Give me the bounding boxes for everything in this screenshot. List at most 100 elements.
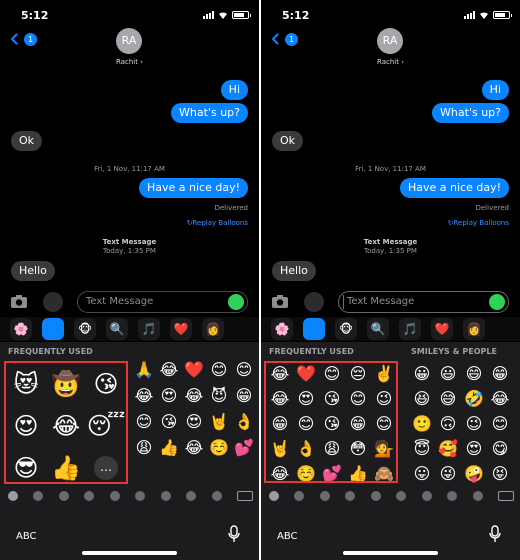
emoji-key[interactable]: 😊	[231, 356, 257, 382]
travel-category-icon[interactable]	[135, 491, 146, 501]
app-store-app-icon[interactable]	[42, 318, 64, 340]
memoji-stickers-icon[interactable]: 👩	[202, 318, 224, 340]
emoji-key[interactable]: 😍	[181, 408, 207, 434]
app-store-icon[interactable]	[43, 292, 63, 312]
emoji-key[interactable]: 😂	[181, 382, 207, 408]
emoji-key[interactable]: 😀	[409, 360, 435, 386]
emoji-key[interactable]: 😘	[156, 408, 182, 434]
digital-touch-icon[interactable]: ❤️	[170, 318, 192, 340]
music-app-icon[interactable]: 🎵	[399, 318, 421, 340]
message-bubble-outgoing[interactable]: What's up?	[171, 103, 248, 123]
photos-app-icon[interactable]: 🌸	[271, 318, 293, 340]
emoji-key[interactable]: 😂	[181, 434, 207, 460]
message-input[interactable]: Text Message	[77, 291, 248, 313]
emoji-key[interactable]: 😂	[131, 382, 157, 408]
backspace-icon[interactable]	[497, 491, 514, 501]
flags-category-icon[interactable]	[472, 491, 483, 501]
emoji-key[interactable]: 😁	[231, 382, 257, 408]
message-bubble-incoming[interactable]: Ok	[11, 131, 43, 151]
recent-category-icon[interactable]	[8, 491, 18, 501]
emoji-key[interactable]: 🙏	[131, 356, 157, 382]
emoji-key[interactable]: 😁	[487, 360, 513, 386]
emoji-key[interactable]: 🙃	[435, 410, 461, 436]
message-bubble-incoming[interactable]: Hello	[272, 261, 316, 281]
message-bubble-incoming[interactable]: Ok	[272, 131, 304, 151]
objects-category-icon[interactable]	[160, 491, 171, 501]
activity-category-icon[interactable]	[109, 491, 120, 501]
message-bubble-incoming[interactable]: Hello	[11, 261, 55, 281]
emoji-key[interactable]: 😊	[487, 410, 513, 436]
emoji-key[interactable]: 😍	[461, 435, 487, 461]
music-app-icon[interactable]: 🎵	[138, 318, 160, 340]
emoji-key[interactable]: 😅	[435, 385, 461, 411]
images-search-icon[interactable]: 🔍	[106, 318, 128, 340]
emoji-key[interactable]: 🤪	[461, 460, 487, 486]
contact-avatar[interactable]: RA	[377, 28, 403, 54]
app-store-icon[interactable]	[304, 292, 324, 312]
emoji-key[interactable]: 😩	[131, 434, 157, 460]
activity-category-icon[interactable]	[370, 491, 381, 501]
emoji-key[interactable]: 😍	[156, 382, 182, 408]
emoji-key[interactable]: 😈	[206, 382, 232, 408]
emoji-key[interactable]: 💕	[231, 434, 257, 460]
contact-avatar[interactable]: RA	[116, 28, 142, 54]
camera-icon[interactable]	[271, 293, 289, 309]
symbols-category-icon[interactable]	[186, 491, 197, 501]
smileys-category-icon[interactable]	[294, 491, 305, 501]
digital-touch-icon[interactable]: ❤️	[431, 318, 453, 340]
emoji-key[interactable]: 😊	[131, 408, 157, 434]
food-category-icon[interactable]	[345, 491, 356, 501]
abc-keyboard-button[interactable]: ABC	[16, 531, 37, 542]
emoji-key[interactable]: 🙂	[409, 410, 435, 436]
animals-category-icon[interactable]	[58, 491, 69, 501]
emoji-key[interactable]: 😝	[487, 460, 513, 486]
emoji-key[interactable]: 👌	[231, 408, 257, 434]
emoji-key[interactable]: 😂	[487, 385, 513, 411]
send-button[interactable]	[489, 294, 505, 310]
emoji-key[interactable]: 🤘	[206, 408, 232, 434]
emoji-key[interactable]: 😊	[206, 356, 232, 382]
backspace-icon[interactable]	[236, 491, 253, 501]
emoji-key[interactable]: 😃	[435, 360, 461, 386]
emoji-key[interactable]: 😛	[409, 460, 435, 486]
message-bubble-outgoing[interactable]: Have a nice day!	[399, 178, 509, 198]
contact-name[interactable]: Rachit ›	[0, 58, 259, 66]
food-category-icon[interactable]	[84, 491, 95, 501]
message-bubble-outgoing[interactable]: What's up?	[432, 103, 509, 123]
animals-category-icon[interactable]	[319, 491, 330, 501]
send-button[interactable]	[228, 294, 244, 310]
animoji-app-icon[interactable]: 🐵	[335, 318, 357, 340]
message-bubble-outgoing[interactable]: Have a nice day!	[138, 178, 248, 198]
message-bubble-outgoing[interactable]: Hi	[220, 80, 248, 100]
memoji-stickers-icon[interactable]: 👩	[463, 318, 485, 340]
emoji-key[interactable]: 😆	[409, 385, 435, 411]
emoji-key[interactable]: 🤣	[461, 385, 487, 411]
emoji-key[interactable]: ❤️	[181, 356, 207, 382]
emoji-key[interactable]: ☺️	[206, 434, 232, 460]
emoji-key[interactable]: 🥰	[435, 435, 461, 461]
emoji-key[interactable]: 😂	[156, 356, 182, 382]
emoji-key[interactable]: 😇	[409, 435, 435, 461]
message-bubble-outgoing[interactable]: Hi	[481, 80, 509, 100]
back-button[interactable]: 1	[269, 32, 298, 46]
images-search-icon[interactable]: 🔍	[367, 318, 389, 340]
message-input[interactable]: Text Message	[338, 291, 509, 313]
photos-app-icon[interactable]: 🌸	[10, 318, 32, 340]
flags-category-icon[interactable]	[211, 491, 222, 501]
symbols-category-icon[interactable]	[447, 491, 458, 501]
emoji-key[interactable]: 😋	[487, 435, 513, 461]
replay-balloons-link[interactable]: ↻Replay Balloons	[187, 219, 248, 227]
abc-keyboard-button[interactable]: ABC	[277, 531, 298, 542]
contact-name[interactable]: Rachit ›	[261, 58, 520, 66]
microphone-icon[interactable]	[227, 525, 241, 543]
emoji-key[interactable]: 😉	[461, 410, 487, 436]
recent-category-icon[interactable]	[269, 491, 279, 501]
replay-balloons-link[interactable]: ↻Replay Balloons	[448, 219, 509, 227]
camera-icon[interactable]	[10, 293, 28, 309]
emoji-key[interactable]: 😄	[461, 360, 487, 386]
microphone-icon[interactable]	[488, 525, 502, 543]
smileys-category-icon[interactable]	[33, 491, 44, 501]
emoji-key[interactable]: 😜	[435, 460, 461, 486]
animoji-app-icon[interactable]: 🐵	[74, 318, 96, 340]
emoji-key[interactable]: 👍	[156, 434, 182, 460]
